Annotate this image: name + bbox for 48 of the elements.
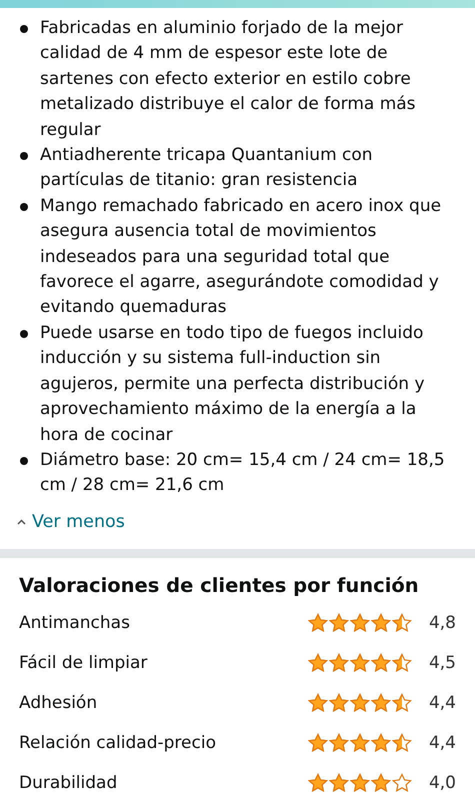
rating-value: 4,5 (428, 652, 456, 673)
rating-value: 4,4 (428, 692, 456, 713)
star-icon (392, 732, 412, 753)
star-icon (329, 732, 349, 753)
star-icon (350, 732, 370, 753)
star-icon (329, 772, 349, 793)
rating-value: 4,0 (428, 772, 456, 793)
feature-text: Mango remachado fabricado en acero inox que asegura ausencia total de movimientos indeseados para una seguridad total que favorece el agarre, asegurándote comodidad y evitando quemaduras (40, 194, 442, 320)
bullet-icon (20, 202, 28, 211)
feature-name: Adhesión (19, 692, 98, 713)
feature-text: Fabricadas en aluminio forjado de la mejor calidad de 4 mm de espesor este lote de sartenes con efecto exterior en estilo cobre metalizado distribuye el calor de forma más regular (40, 17, 417, 142)
star-icon (392, 772, 412, 793)
star-icon (392, 612, 412, 633)
star-icon (371, 772, 391, 793)
star-icon (392, 652, 412, 673)
feature-text: Antiadherente tricapa Quantanium con partículas de titanio: gran resistencia (40, 144, 374, 192)
caret-icon (17, 518, 26, 525)
star-icon (392, 692, 412, 713)
star-icon (308, 612, 328, 633)
feature-text: Diámetro base: 20 cm= 15,4 cm / 24 cm= 18,5 cm / 28 cm= 21,6 cm (40, 448, 446, 498)
star-icon (350, 692, 370, 713)
star-icon (350, 652, 370, 673)
star-icon (308, 732, 328, 753)
feature-name: Fácil de limpiar (19, 652, 148, 673)
star-icon (371, 692, 391, 713)
star-icon (371, 612, 391, 633)
rating-value: 4,4 (428, 732, 456, 753)
star-icon (308, 772, 328, 793)
star-icon (329, 612, 349, 633)
bullet-icon (20, 25, 28, 33)
see-less-link[interactable]: Ver menos (17, 510, 125, 534)
star-icon (350, 772, 370, 793)
star-icon (308, 652, 328, 673)
feature-name: Relación calidad-precio (19, 732, 217, 753)
feature-name: Antimanchas (19, 612, 131, 633)
ratings-title: Valoraciones de clientes por función (19, 572, 420, 599)
star-icon (350, 612, 370, 633)
bullet-icon (20, 330, 28, 338)
star-icon (329, 652, 349, 673)
star-icon (371, 652, 391, 673)
star-icon (308, 692, 328, 713)
bullet-icon (20, 456, 28, 465)
star-icon (371, 732, 391, 753)
feature-name: Durabilidad (19, 772, 118, 793)
star-icon (329, 692, 349, 713)
rating-value: 4,8 (428, 612, 456, 633)
bullet-icon (20, 152, 28, 160)
feature-text: Puede usarse en todo tipo de fuegos incluido inducción y su sistema full-induction sin agujeros, permite una perfecta distribución y aprovechamiento máximo de la energía a la hora de cocinar (40, 322, 426, 446)
